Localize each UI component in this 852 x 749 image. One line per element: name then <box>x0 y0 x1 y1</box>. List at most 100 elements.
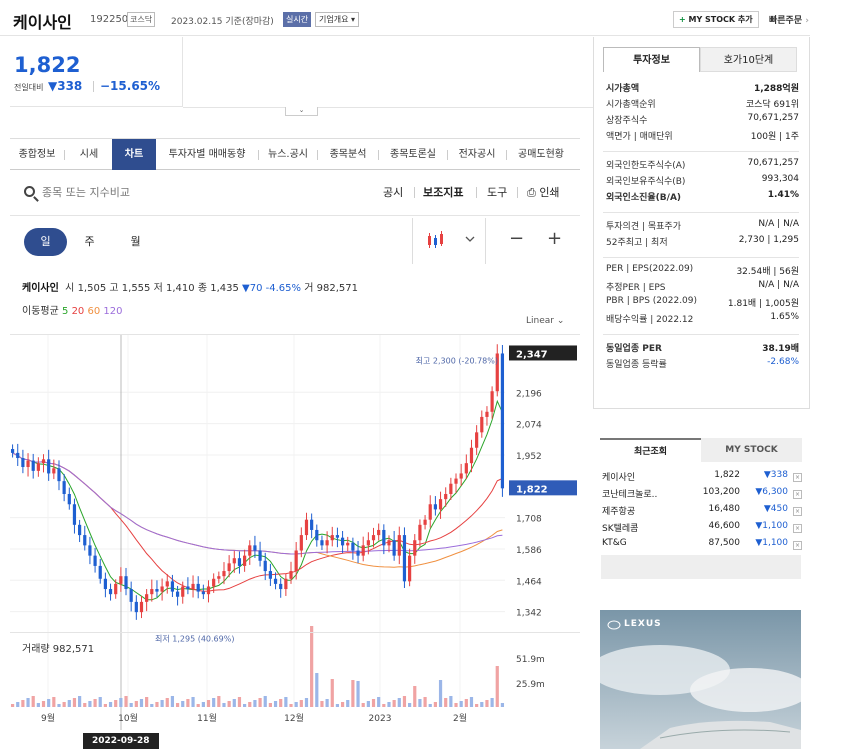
divider <box>603 151 799 152</box>
candle-body <box>150 589 154 595</box>
candle-body <box>408 555 412 582</box>
add-my-stock-button[interactable]: + MY STOCK 추가 <box>673 11 759 28</box>
tab-overview[interactable]: 종합정보 <box>10 139 64 170</box>
candle-body <box>315 529 319 541</box>
candlestick-icon <box>428 231 475 248</box>
current-price-label: 1,822 <box>516 484 548 495</box>
candle-body <box>114 583 118 595</box>
tab-my-stock[interactable]: MY STOCK <box>701 438 802 462</box>
recent-price: 87,500 <box>708 538 741 548</box>
candle-body <box>294 550 298 572</box>
tool-disclosure[interactable]: 공시 <box>383 184 403 200</box>
recent-item[interactable]: SK텔레콤 46,600 ▼1,100 × <box>602 521 802 538</box>
info-value: N/A | N/A <box>758 219 799 229</box>
search-input[interactable]: 종목 또는 지수비교 <box>42 184 130 200</box>
tab-investment-info[interactable]: 투자정보 <box>603 47 700 72</box>
close-icon[interactable]: × <box>793 507 802 516</box>
candle-body <box>36 463 40 471</box>
zoom-in-button[interactable]: + <box>547 228 562 249</box>
recent-item[interactable]: 코난테크놀로.. 103,200 ▼6,300 × <box>602 487 802 504</box>
volume-label: 거 <box>304 283 314 294</box>
close-icon[interactable]: × <box>793 524 802 533</box>
recent-item[interactable]: 제주항공 16,480 ▼450 × <box>602 504 802 521</box>
tool-draw[interactable]: 도구 <box>487 184 507 200</box>
candle-body <box>361 545 365 556</box>
info-row: 외국인소진율(B/A) 1.41% <box>603 190 799 206</box>
close-icon[interactable]: × <box>793 490 802 499</box>
volume-bar <box>47 699 51 707</box>
main-tabs: 종합정보 시세 차트 투자자별 매매동향 뉴스.공시 종목분석 종목토론실 전자… <box>10 138 580 170</box>
tool-indicators[interactable]: 보조지표 <box>423 184 463 200</box>
ohlc-pct: -4.65% <box>265 283 302 294</box>
candle-body <box>124 576 128 590</box>
y-tick-label: 1,952 <box>516 452 542 462</box>
zoom-out-button[interactable]: − <box>509 228 524 249</box>
info-value: 993,304 <box>761 174 799 184</box>
period-month[interactable]: 월 <box>114 228 157 256</box>
period-week[interactable]: 주 <box>68 228 111 256</box>
corp-info-dropdown[interactable]: 기업개요 ▾ <box>315 12 360 27</box>
tab-analysis[interactable]: 종목분석 <box>318 139 378 170</box>
volume-bar <box>227 701 231 707</box>
candle-body <box>258 550 262 561</box>
quick-order-button[interactable]: 빠른주문 › <box>769 13 809 26</box>
high-value: 1,555 <box>121 283 151 294</box>
info-value: 1.41% <box>767 190 799 200</box>
recent-item[interactable]: KT&G 87,500 ▼1,100 × <box>602 538 802 555</box>
tab-recent[interactable]: 최근조회 <box>600 438 701 462</box>
candle-body <box>108 589 113 595</box>
recent-price: 103,200 <box>702 487 740 497</box>
volume-bar <box>392 700 396 707</box>
volume-bar <box>155 702 159 707</box>
recent-name: 케이사인 <box>602 473 636 483</box>
expand-toggle[interactable]: ⌄ <box>285 107 318 116</box>
volume-bar <box>325 699 329 707</box>
volume-bar <box>62 702 66 707</box>
volume-bar <box>175 703 180 707</box>
realtime-button[interactable]: 실시간 <box>283 12 312 27</box>
volume-bar <box>371 699 376 707</box>
volume-bar <box>93 699 97 707</box>
chart-type-dropdown[interactable] <box>412 218 486 264</box>
price-change-pct: −15.65% <box>100 79 161 93</box>
divider <box>10 215 580 216</box>
candle-body <box>31 460 35 471</box>
tab-discussion[interactable]: 종목토론실 <box>379 139 447 170</box>
price-chart[interactable]: 2,196 2,074 1,952 1,708 1,586 1,464 1,342 9월 10월… <box>0 335 592 749</box>
period-day[interactable]: 일 <box>24 228 67 256</box>
volume-bar <box>387 702 391 707</box>
print-button[interactable]: ⎙ 인쇄 <box>527 184 560 200</box>
candle-body <box>279 583 283 590</box>
close-icon[interactable]: × <box>793 473 802 482</box>
volume-bar <box>330 679 334 707</box>
tab-news[interactable]: 뉴스.공시 <box>259 139 317 170</box>
candle-body <box>26 460 30 468</box>
recent-item[interactable]: 케이사인 1,822 ▼338 × <box>602 470 802 487</box>
candle-body <box>340 537 345 546</box>
volume-bar <box>10 704 15 707</box>
advertisement[interactable]: LEXUS <box>600 610 801 749</box>
tab-disclosure[interactable]: 전자공시 <box>448 139 506 170</box>
tab-chart[interactable]: 차트 <box>112 139 156 170</box>
divider <box>603 257 799 258</box>
volume-bar <box>243 704 247 707</box>
candle-body <box>397 535 401 556</box>
candle-body <box>459 473 463 479</box>
ohlc-name: 케이사인 <box>22 283 59 294</box>
volume-bar <box>16 702 20 707</box>
tab-investor-trading[interactable]: 투자자별 매매동향 <box>156 139 258 170</box>
volume-bar <box>119 698 123 707</box>
candle-body <box>423 519 427 525</box>
print-label: 인쇄 <box>539 186 560 199</box>
close-icon[interactable]: × <box>793 541 802 550</box>
recent-change: ▼1,100 <box>755 538 788 548</box>
recent-change: ▼338 <box>763 470 788 480</box>
corp-info-label: 기업개요 <box>319 15 349 24</box>
candle-body <box>449 483 453 494</box>
scale-dropdown[interactable]: Linear ⌄ <box>526 316 564 326</box>
tab-order-book[interactable]: 호가10단계 <box>700 47 797 72</box>
min-price-label: 최저 1,295 (40.69%) <box>155 634 234 644</box>
tab-short-selling[interactable]: 공매도현황 <box>507 139 575 170</box>
tab-quotes[interactable]: 시세 <box>66 139 112 170</box>
info-value: 100원 | 1주 <box>750 132 799 142</box>
